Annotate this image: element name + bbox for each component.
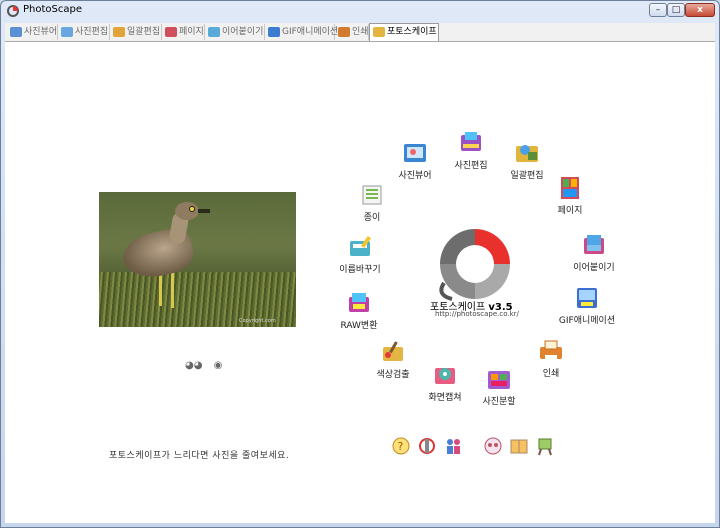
tools-icon[interactable] xyxy=(417,436,437,456)
splitter-icon xyxy=(488,371,510,389)
ring-label: 이어붙이기 xyxy=(573,263,615,273)
paper-print-icon xyxy=(362,185,382,205)
title-bar[interactable]: PhotoScape – □ x xyxy=(1,1,719,21)
bird-leg xyxy=(171,272,174,308)
photo-nav: ◕◕ ◉ xyxy=(185,360,230,371)
rename-icon xyxy=(350,235,372,256)
tab-label: 포토스케이프 xyxy=(387,27,437,37)
ring-label: 사진뷰어 xyxy=(398,171,432,181)
combine-icon xyxy=(208,27,220,37)
tab-label: 일괄편집 xyxy=(127,27,161,37)
print-icon xyxy=(540,340,562,361)
easel-icon[interactable] xyxy=(535,436,555,456)
photoscape-icon xyxy=(373,27,385,37)
ring-label: 사진분할 xyxy=(482,397,516,407)
ring-label: GIF애니메이션 xyxy=(558,316,616,326)
photo-editor-icon xyxy=(61,27,73,37)
ring-label: 색상검출 xyxy=(376,370,410,380)
tab-bar: 사진뷰어 사진편집 일괄편집 페이지 이어붙이기 GIF애니메이션 인쇄 포토스… xyxy=(5,23,715,42)
sample-bird-photo: Copyright.com xyxy=(99,192,296,327)
tab-label: 사진편집 xyxy=(75,27,109,37)
svg-text:?: ? xyxy=(398,440,404,453)
tab-photoscape-home[interactable]: 포토스케이프 xyxy=(369,23,439,41)
ring-label: 이름바꾸기 xyxy=(339,265,381,275)
ring-label: 사진편집 xyxy=(454,161,488,171)
bird-head xyxy=(175,202,199,220)
window-title: PhotoScape xyxy=(23,4,82,15)
close-button[interactable]: x xyxy=(685,3,715,17)
gif-animation-icon xyxy=(268,27,280,37)
tab-batch-editor[interactable]: 일괄편집 xyxy=(110,24,162,40)
tab-label: 사진뷰어 xyxy=(24,27,58,37)
photo-viewer-icon xyxy=(10,27,22,37)
tab-gif-animation[interactable]: GIF애니메이션 xyxy=(265,24,339,40)
book-icon[interactable] xyxy=(509,436,529,456)
ring-gif-animation[interactable]: GIF애니메이션 xyxy=(552,285,622,326)
footer-message: 포토스케이프가 느리다면 사진을 줄여보세요. xyxy=(109,451,290,461)
screen-capture-icon xyxy=(435,368,455,384)
tab-page[interactable]: 페이지 xyxy=(162,24,205,40)
view-eye-icon[interactable]: ◉ xyxy=(214,360,223,371)
app-window: PhotoScape – □ x 사진뷰어 사진편집 일괄편집 페이지 이어붙이… xyxy=(0,0,720,528)
ring-label: 인쇄 xyxy=(542,369,560,379)
color-picker-icon xyxy=(383,341,403,361)
ring-label: 종이 xyxy=(363,213,381,223)
tab-combine[interactable]: 이어붙이기 xyxy=(205,24,265,40)
batch-editor-icon xyxy=(516,145,538,162)
bird-beak xyxy=(198,209,210,213)
page-icon xyxy=(165,27,177,37)
people-icon[interactable] xyxy=(443,436,463,456)
tab-label: 인쇄 xyxy=(352,27,369,37)
photoscape-logo-icon xyxy=(439,229,510,301)
bird-eye xyxy=(189,206,195,212)
photo-editor-icon xyxy=(461,132,481,151)
logo-url[interactable]: http://photoscape.co.kr/ xyxy=(435,310,519,318)
tab-label: GIF애니메이션 xyxy=(282,27,339,37)
photo-viewer-icon xyxy=(404,144,426,162)
ring-label: 화면캡쳐 xyxy=(428,393,462,403)
tab-photo-editor[interactable]: 사진편집 xyxy=(58,24,110,40)
help-icon[interactable]: ? xyxy=(391,436,411,456)
print-icon xyxy=(338,27,350,37)
photoscape-app-icon xyxy=(7,5,19,17)
ring-paper-print[interactable]: 종이 xyxy=(337,182,407,223)
ring-combine[interactable]: 이어붙이기 xyxy=(559,232,629,273)
ring-color-picker[interactable]: 색상검출 xyxy=(358,339,428,380)
tab-label: 이어붙이기 xyxy=(222,27,264,37)
prev-photo-icon[interactable]: ◕◕ xyxy=(185,360,202,371)
raw-converter-icon xyxy=(349,293,369,312)
ring-rename[interactable]: 이름바꾸기 xyxy=(325,234,395,275)
ring-label: RAW변환 xyxy=(340,321,378,331)
community-icon[interactable] xyxy=(483,436,503,456)
photo-credit: Copyright.com xyxy=(239,318,276,324)
ring-raw-converter[interactable]: RAW변환 xyxy=(324,290,394,331)
ring-page[interactable]: 페이지 xyxy=(535,175,605,216)
maximize-button[interactable]: □ xyxy=(667,3,685,17)
minimize-button[interactable]: – xyxy=(649,3,667,17)
home-panel: Copyright.com ◕◕ ◉ 포토스케이프 v3.5 http://ph… xyxy=(5,42,715,523)
ring-label: 페이지 xyxy=(557,206,583,216)
tab-photo-viewer[interactable]: 사진뷰어 xyxy=(7,24,58,40)
gif-animation-icon xyxy=(577,288,597,308)
tab-print[interactable]: 인쇄 xyxy=(335,24,369,40)
batch-editor-icon xyxy=(113,27,125,37)
page-icon xyxy=(561,177,579,199)
combine-icon xyxy=(584,235,604,254)
tab-label: 페이지 xyxy=(179,27,204,37)
